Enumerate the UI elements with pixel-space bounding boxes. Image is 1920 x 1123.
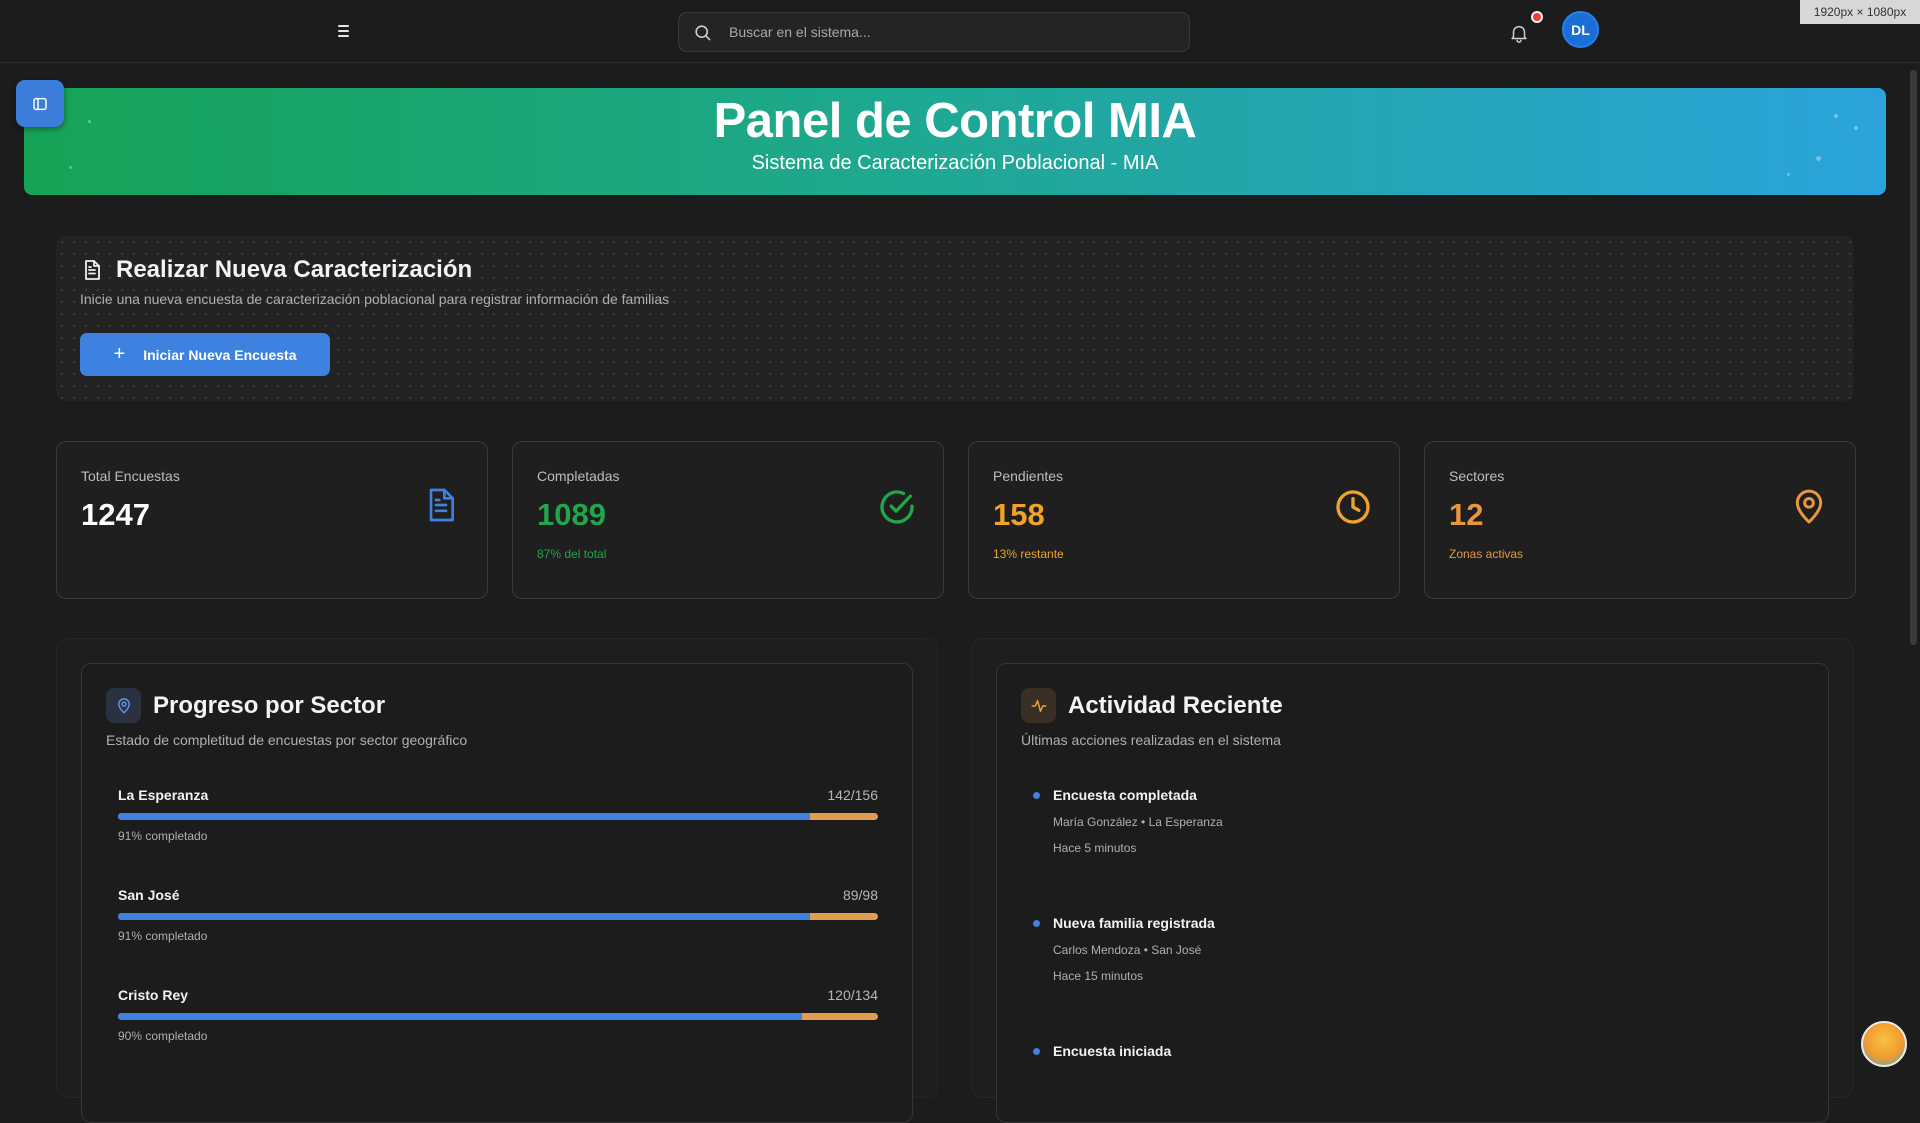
check-circle-icon [880, 490, 914, 524]
stat-value: 1089 [537, 497, 606, 532]
avatar[interactable]: DL [1562, 11, 1599, 48]
sector-percent: 91% completado [118, 829, 208, 843]
activity-item-time: Hace 15 minutos [1053, 969, 1144, 983]
plus-icon: + [113, 343, 126, 365]
search-placeholder: Buscar en el sistema... [729, 24, 871, 40]
stat-label: Sectores [1449, 468, 1505, 484]
activity-panel: Actividad Reciente Últimas acciones real… [971, 638, 1854, 1123]
sector-count: 120/134 [827, 987, 878, 1003]
stat-value: 158 [993, 497, 1045, 532]
activity-item-title: Encuesta completada [1053, 787, 1197, 803]
sector-count: 142/156 [827, 787, 878, 803]
activity-icon [1031, 699, 1046, 712]
sector-name: San José [118, 887, 180, 903]
activity-item-detail: Carlos Mendoza • San José [1053, 943, 1202, 957]
new-survey-description: Inicie una nueva encuesta de caracteriza… [80, 291, 670, 307]
stat-sub: Zonas activas [1449, 547, 1524, 561]
search-input[interactable]: Buscar en el sistema... [678, 12, 1190, 52]
dimension-badge: 1920px × 1080px [1800, 0, 1920, 24]
scrollbar[interactable] [1910, 70, 1917, 645]
document-icon [85, 260, 100, 280]
new-survey-title: Realizar Nueva Caracterización [116, 256, 473, 283]
activity-card: Actividad Reciente Últimas acciones real… [996, 663, 1829, 1123]
stat-card-pending: Pendientes 158 13% restante [968, 441, 1400, 599]
sidebar-icon [33, 97, 47, 110]
search-icon [695, 24, 711, 40]
new-survey-card: Realizar Nueva Caracterización Inicie un… [56, 236, 1854, 401]
activity-title: Actividad Reciente [1068, 691, 1283, 719]
stat-sub: 87% del total [537, 547, 607, 561]
stat-card-completed: Completadas 1089 87% del total [512, 441, 944, 599]
progress-panel: Progreso por Sector Estado de completitu… [56, 638, 938, 1123]
sector-count: 89/98 [842, 887, 878, 903]
start-survey-button[interactable]: + Iniciar Nueva Encuesta [80, 333, 330, 376]
activity-item-time: Hace 5 minutos [1053, 841, 1137, 855]
progress-card: Progreso por Sector Estado de completitu… [81, 663, 913, 1123]
assistant-button[interactable] [1861, 1021, 1907, 1067]
activity-dot [1033, 792, 1040, 799]
sector-progress-bar [118, 1013, 878, 1020]
stat-value: 1247 [81, 497, 150, 532]
stat-card-sectors: Sectores 12 Zonas activas [1424, 441, 1856, 599]
stat-value: 12 [1449, 497, 1484, 532]
activity-item-title: Nueva familia registrada [1053, 915, 1215, 931]
sector-progress-bar [118, 913, 878, 920]
stat-label: Completadas [537, 468, 620, 484]
activity-item: Encuesta iniciada [1033, 1043, 1171, 1071]
activity-item: Encuesta completada María González • La … [1033, 787, 1223, 855]
start-survey-label: Iniciar Nueva Encuesta [143, 346, 297, 363]
activity-icon-box [1021, 688, 1056, 723]
sector-percent: 91% completado [118, 929, 208, 943]
sector-name: La Esperanza [118, 787, 209, 803]
activity-item-detail: María González • La Esperanza [1053, 815, 1223, 829]
stat-label: Pendientes [993, 468, 1064, 484]
stat-card-total: Total Encuestas 1247 [56, 441, 488, 599]
sector-item: La Esperanza 142/156 91% completado [118, 787, 878, 843]
page-subtitle: Sistema de Caracterización Poblacional -… [751, 152, 1159, 174]
hero-banner: Panel de Control MIA Sistema de Caracter… [24, 88, 1886, 195]
map-pin-icon-box [106, 688, 141, 723]
activity-description: Últimas acciones realizadas en el sistem… [1021, 732, 1281, 748]
map-pin-icon [117, 697, 130, 713]
activity-dot [1033, 1048, 1040, 1055]
sidebar-toggle-button[interactable] [16, 80, 64, 127]
menu-icon[interactable] [332, 20, 354, 42]
sector-progress-bar [118, 813, 878, 820]
stat-sub: 13% restante [993, 547, 1064, 561]
activity-item-title: Encuesta iniciada [1053, 1043, 1172, 1059]
bell-icon[interactable] [1508, 22, 1530, 44]
sector-name: Cristo Rey [118, 987, 189, 1003]
progress-title: Progreso por Sector [153, 691, 386, 719]
progress-description: Estado de completitud de encuestas por s… [106, 732, 468, 748]
document-icon [429, 488, 454, 522]
stat-label: Total Encuestas [81, 468, 180, 484]
sector-item: Cristo Rey 120/134 90% completado [118, 987, 878, 1043]
activity-dot [1033, 920, 1040, 927]
top-bar: Buscar en el sistema... DL [0, 0, 1920, 63]
activity-item: Nueva familia registrada Carlos Mendoza … [1033, 915, 1215, 983]
sector-percent: 90% completado [118, 1029, 208, 1043]
page-title: Panel de Control MIA [713, 94, 1197, 148]
notification-badge [1531, 11, 1543, 23]
clock-icon [1336, 490, 1370, 524]
map-pin-icon [1795, 489, 1823, 524]
sector-item: San José 89/98 91% completado [118, 887, 878, 943]
